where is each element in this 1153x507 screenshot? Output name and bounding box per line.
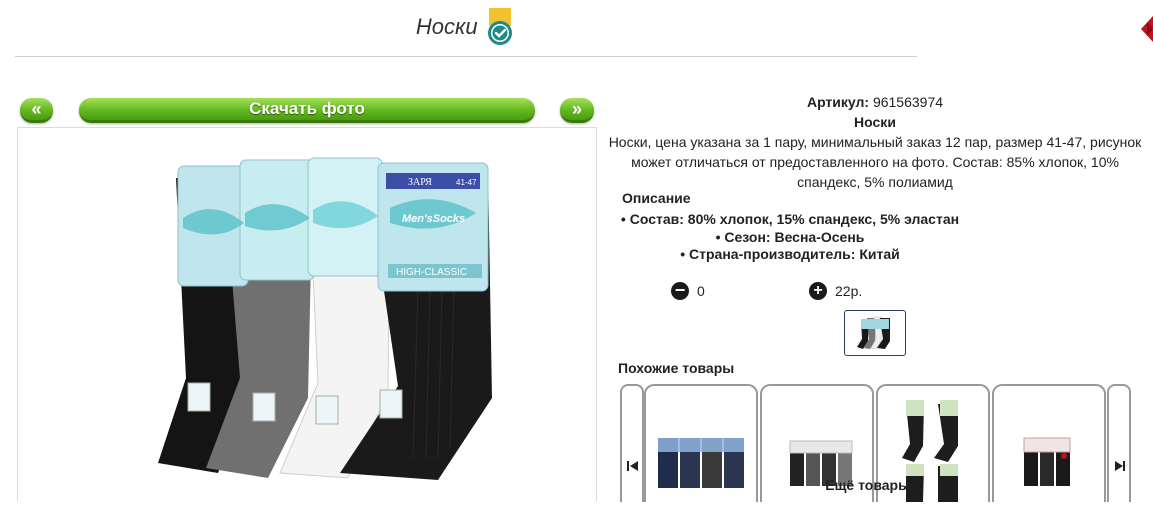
article-label: Артикул:	[806, 94, 870, 110]
pack-brand-text: ЗАРЯ	[408, 177, 432, 188]
attribute-item: Состав: 80% хлопок, 15% спандекс, 5% эла…	[600, 211, 980, 229]
pack-logo-text: Men'sSocks	[402, 213, 465, 225]
product-name: Носки	[854, 114, 896, 130]
pack-size-text: 41-47	[456, 178, 477, 187]
plus-icon[interactable]: +	[809, 282, 827, 300]
more-products-label: Ещё товары:	[825, 477, 915, 493]
page-header: Носки	[0, 8, 930, 46]
product-info: Артикул: 961563974 Носки Носки, цена ука…	[600, 92, 1150, 192]
quantity-value: 0	[697, 283, 705, 299]
article-line: Артикул: 961563974	[600, 92, 1150, 112]
header-divider	[15, 56, 917, 57]
next-photo-button[interactable]: »	[560, 98, 594, 123]
pack-series-text: HIGH-CLASSIC	[396, 267, 467, 278]
attribute-item: Страна-производитель: Китай	[600, 246, 980, 264]
minus-icon[interactable]: −	[671, 281, 689, 300]
close-arrow-icon[interactable]	[1137, 14, 1153, 44]
download-photo-button[interactable]: Скачать фото	[79, 98, 535, 123]
page-title: Носки	[415, 14, 478, 39]
product-photo[interactable]: ЗАРЯ 41-47 Men'sSocks HIGH-CLASSIC	[17, 127, 597, 501]
product-summary: Носки, цена указана за 1 пару, минимальн…	[608, 134, 1142, 190]
attribute-list: Состав: 80% хлопок, 15% спандекс, 5% эла…	[600, 211, 980, 264]
prev-photo-button[interactable]: «	[20, 98, 53, 123]
article-value: 961563974	[872, 94, 944, 110]
verified-check-icon	[486, 8, 514, 46]
photo-thumbnail[interactable]	[844, 310, 906, 356]
similar-products-heading: Похожие товары	[618, 360, 735, 376]
description-heading: Описание	[622, 190, 691, 206]
attribute-item: Сезон: Весна-Осень	[600, 229, 980, 247]
price-value: 22р.	[835, 283, 863, 299]
